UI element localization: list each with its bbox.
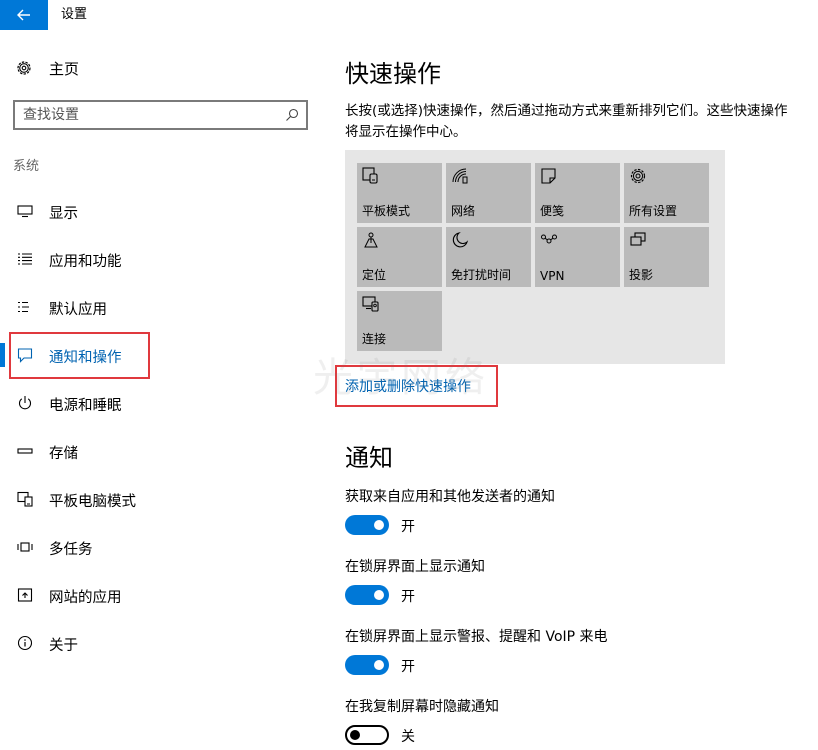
sidebar-item-display[interactable]: 显示 [0,194,320,228]
network-icon [451,167,469,185]
setting-label-lockscreen-alarms: 在锁屏界面上显示警报、提醒和 VoIP 来电 [345,629,608,645]
add-remove-quick-actions-link[interactable]: 添加或删除快速操作 [345,376,471,396]
sidebar-item-storage[interactable]: 存储 [0,434,320,468]
window-title: 设置 [61,7,88,22]
active-indicator [0,343,5,367]
list-icon [17,251,33,267]
quick-action-project[interactable]: 投影 [624,227,709,287]
tile-label: 便笺 [540,204,565,218]
sidebar-item-multitasking[interactable]: 多任务 [0,530,320,564]
search-box[interactable] [13,100,308,130]
info-icon [17,635,33,651]
vpn-icon [540,231,558,249]
search-icon[interactable] [284,107,300,123]
title-bar: 设置 [0,0,818,30]
sidebar-item-label: 多任务 [49,542,93,558]
setting-label-lockscreen-notifications: 在锁屏界面上显示通知 [345,559,485,575]
toggle-knob [374,590,384,600]
toggle-state-label: 开 [401,589,415,605]
sidebar-item-label: 电源和睡眠 [49,398,122,414]
sidebar-item-about[interactable]: 关于 [0,626,320,660]
note-icon [540,167,558,185]
notifications-title: 通知 [345,444,393,472]
sidebar-home[interactable]: 主页 [15,57,79,79]
quick-actions-description: 长按(或选择)快速操作，然后通过拖动方式来重新排列它们。这些快速操作将显示在操作… [345,103,788,140]
monitor-icon [17,203,33,219]
sidebar-item-notifications[interactable]: 通知和操作 [0,338,320,372]
toggle-app-notifications[interactable] [345,515,389,535]
main-content: 快速操作 长按(或选择)快速操作，然后通过拖动方式来重新排列它们。这些快速操作将… [320,30,818,750]
sidebar-item-website-apps[interactable]: 网站的应用 [0,578,320,612]
tile-label: 网络 [451,204,476,218]
sidebar-item-apps-features[interactable]: 应用和功能 [0,242,320,276]
toggle-state-label: 开 [401,519,415,535]
moon-icon [451,231,469,249]
quick-action-note[interactable]: 便笺 [535,163,620,223]
tile-label: 定位 [362,268,387,282]
sidebar-item-tablet-mode[interactable]: 平板电脑模式 [0,482,320,516]
project-icon [629,231,647,249]
sidebar-item-label: 显示 [49,206,78,222]
quick-action-vpn[interactable]: VPN [535,227,620,287]
quick-action-all-settings[interactable]: 所有设置 [624,163,709,223]
toggle-knob [350,730,360,740]
sidebar: 主页 系统 显示 应用和功能 [0,30,320,750]
sidebar-item-label: 默认应用 [49,302,107,318]
setting-label-hide-when-duplicating: 在我复制屏幕时隐藏通知 [345,699,499,715]
quick-action-network[interactable]: 网络 [446,163,531,223]
sidebar-home-label: 主页 [49,59,80,78]
sidebar-item-label: 平板电脑模式 [49,494,136,510]
sidebar-item-label: 网站的应用 [49,590,122,606]
tile-label: 免打扰时间 [451,268,512,282]
connect-icon [362,295,380,313]
sidebar-item-power-sleep[interactable]: 电源和睡眠 [0,386,320,420]
location-icon [362,231,380,249]
tablet-mode-icon [17,491,33,507]
quick-action-tablet-mode[interactable]: 平板模式 [357,163,442,223]
tile-label: VPN [540,269,565,283]
multitask-icon [17,539,33,555]
toggle-hide-when-duplicating[interactable] [345,725,389,745]
quick-actions-panel: 平板模式 网络 便笺 所有设置 定位 免打扰时间 VPN 投影 连接 [345,150,725,364]
sidebar-item-label: 通知和操作 [49,350,122,366]
section-label-system: 系统 [13,159,40,174]
sidebar-item-label: 关于 [49,638,78,654]
storage-icon [17,443,33,459]
tile-label: 投影 [629,268,654,282]
tablet-icon [362,167,380,185]
gear-icon [629,167,647,185]
setting-label-app-notifications: 获取来自应用和其他发送者的通知 [345,489,555,505]
tile-label: 平板模式 [362,204,411,218]
toggle-knob [374,520,384,530]
sidebar-item-default-apps[interactable]: 默认应用 [0,290,320,324]
sidebar-item-label: 存储 [49,446,78,462]
notification-icon [17,347,33,363]
default-apps-icon [17,299,33,315]
toggle-lockscreen-notifications[interactable] [345,585,389,605]
gear-icon [17,61,31,75]
website-apps-icon [17,587,33,603]
quick-actions-title: 快速操作 [345,60,441,88]
toggle-state-label: 开 [401,659,415,675]
quick-action-location[interactable]: 定位 [357,227,442,287]
back-button[interactable] [0,0,48,30]
toggle-lockscreen-alarms[interactable] [345,655,389,675]
search-input[interactable] [23,102,273,128]
tile-label: 连接 [362,332,387,346]
quick-action-quiet-hours[interactable]: 免打扰时间 [446,227,531,287]
quick-action-connect[interactable]: 连接 [357,291,442,351]
power-icon [17,395,33,411]
toggle-knob [374,660,384,670]
tile-label: 所有设置 [629,204,678,218]
back-arrow-icon [17,9,30,21]
sidebar-item-label: 应用和功能 [49,254,122,270]
toggle-state-label: 关 [401,729,415,745]
